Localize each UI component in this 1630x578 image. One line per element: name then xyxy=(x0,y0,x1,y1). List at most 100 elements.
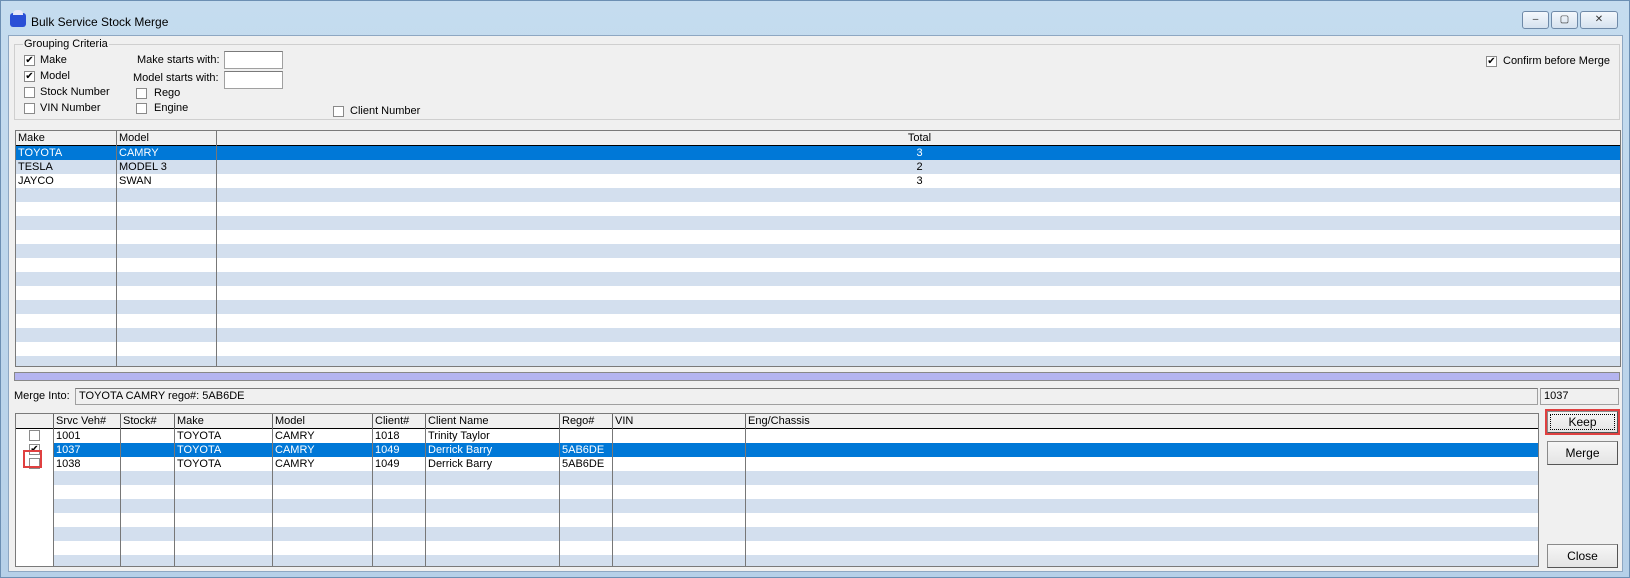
merge-button[interactable]: Merge xyxy=(1547,441,1618,465)
vehicle-row[interactable]: 1001 TOYOTA CAMRY 1018 Trinity Taylor xyxy=(16,429,1538,443)
column-header-client-number[interactable]: Client# xyxy=(373,414,426,429)
cell-make: JAYCO xyxy=(18,175,54,187)
keep-button[interactable]: Keep xyxy=(1547,411,1618,433)
empty-row xyxy=(16,555,1538,566)
cell-client-name: Derrick Barry xyxy=(428,444,493,456)
cell-make: TOYOTA xyxy=(177,430,222,442)
close-window-button[interactable]: ✕ xyxy=(1580,11,1618,29)
cell-make: TOYOTA xyxy=(177,458,222,470)
column-header-eng-chassis[interactable]: Eng/Chassis xyxy=(746,414,1538,429)
column-divider xyxy=(612,429,613,566)
row-background xyxy=(54,541,1538,555)
cell-client-number: 1049 xyxy=(375,458,400,470)
empty-row xyxy=(16,328,1620,342)
make-starts-input[interactable] xyxy=(224,51,283,69)
make-starts-label: Make starts with: xyxy=(137,54,220,66)
cell-total: 3 xyxy=(916,147,923,159)
stock-number-checkbox[interactable] xyxy=(24,87,35,98)
model-checkbox[interactable]: ✔ xyxy=(24,71,35,82)
column-header-total[interactable]: Total xyxy=(217,131,1620,146)
empty-row xyxy=(16,230,1620,244)
column-header-make[interactable]: Make xyxy=(16,131,117,146)
column-header-vin[interactable]: VIN xyxy=(613,414,746,429)
vehicle-row[interactable]: ✔ 1037 TOYOTA CAMRY 1049 Derrick Barry 5AB6DE xyxy=(16,443,1538,457)
cell-model: CAMRY xyxy=(119,147,159,159)
vehicle-row[interactable]: 1038 TOYOTA CAMRY 1049 Derrick Barry 5AB6DE xyxy=(16,457,1538,471)
stock-number-label: Stock Number xyxy=(40,86,110,98)
engine-label: Engine xyxy=(154,102,189,114)
empty-row xyxy=(16,499,1538,513)
model-starts-input[interactable] xyxy=(224,71,283,89)
cell-rego xyxy=(560,429,613,443)
engine-checkbox[interactable] xyxy=(136,103,147,114)
checked-row-highlight xyxy=(23,450,42,468)
column-header-model[interactable]: Model xyxy=(117,131,217,146)
cell-stock xyxy=(121,443,175,457)
row-background xyxy=(54,555,1538,566)
cell-rego: 5AB6DE xyxy=(562,444,605,456)
column-divider xyxy=(745,429,746,566)
cell-vin xyxy=(613,443,746,457)
make-checkbox[interactable]: ✔ xyxy=(24,55,35,66)
cell-client-number: 1018 xyxy=(375,430,400,442)
cell-client-name: Trinity Taylor xyxy=(428,430,490,442)
column-header-srvc-veh[interactable]: Srvc Veh# xyxy=(54,414,121,429)
close-button[interactable]: Close xyxy=(1547,544,1618,568)
maximize-button[interactable]: ▢ xyxy=(1551,11,1578,29)
column-header-client-name[interactable]: Client Name xyxy=(426,414,560,429)
column-header-stock[interactable]: Stock# xyxy=(121,414,175,429)
empty-row xyxy=(16,286,1620,300)
cell-client-name: Derrick Barry xyxy=(428,458,493,470)
maximize-icon: ▢ xyxy=(1559,14,1570,25)
vehicles-grid[interactable]: Srvc Veh# Stock# Make Model Client# Client Na… xyxy=(15,413,1539,567)
row-background xyxy=(54,471,1538,485)
cell-model: SWAN xyxy=(119,175,152,187)
groups-grid[interactable]: Make Model Total TOYOTA CAMRY 3 TESLA MODEL … xyxy=(15,130,1621,367)
cell-srvc-veh: 1001 xyxy=(56,430,81,442)
column-divider xyxy=(425,429,426,566)
minimize-button[interactable]: ‒ xyxy=(1522,11,1549,29)
empty-row xyxy=(16,258,1620,272)
column-divider xyxy=(120,429,121,566)
make-checkbox-label: Make xyxy=(40,54,67,66)
merge-into-id-field: 1037 xyxy=(1540,388,1619,405)
model-checkbox-label: Model xyxy=(40,70,70,82)
confirm-before-merge-checkbox[interactable]: ✔ xyxy=(1486,56,1497,67)
window-title: Bulk Service Stock Merge xyxy=(31,15,169,29)
column-header-make[interactable]: Make xyxy=(175,414,273,429)
column-divider xyxy=(372,429,373,566)
cell-model: CAMRY xyxy=(275,430,315,442)
splitter[interactable] xyxy=(14,372,1620,381)
empty-row xyxy=(16,188,1620,202)
column-header-check[interactable] xyxy=(16,414,54,429)
group-row[interactable]: JAYCO SWAN 3 xyxy=(16,174,1620,188)
empty-row xyxy=(16,541,1538,555)
column-header-rego[interactable]: Rego# xyxy=(560,414,613,429)
confirm-before-merge-label: Confirm before Merge xyxy=(1503,55,1610,67)
cell-model: MODEL 3 xyxy=(119,161,167,173)
group-row[interactable]: TESLA MODEL 3 2 xyxy=(16,160,1620,174)
groups-grid-header: Make Model Total xyxy=(16,131,1620,146)
cell-total: 3 xyxy=(916,175,923,187)
empty-row xyxy=(16,216,1620,230)
rego-label: Rego xyxy=(154,87,181,99)
vin-number-checkbox[interactable] xyxy=(24,103,35,114)
merge-into-field: TOYOTA CAMRY rego#: 5AB6DE xyxy=(75,388,1538,405)
empty-row xyxy=(16,202,1620,216)
empty-row xyxy=(16,314,1620,328)
cell-client-number: 1049 xyxy=(375,444,400,456)
cell-stock xyxy=(121,429,175,443)
title-bar: Bulk Service Stock Merge ‒ ▢ ✕ xyxy=(1,1,1629,35)
group-row[interactable]: TOYOTA CAMRY 3 xyxy=(16,146,1620,160)
cell-eng-chassis xyxy=(746,457,1538,471)
client-number-checkbox[interactable] xyxy=(333,106,344,117)
cell-srvc-veh: 1038 xyxy=(56,458,81,470)
cell-eng-chassis xyxy=(746,443,1538,457)
cell-model: CAMRY xyxy=(275,458,315,470)
cell-vin xyxy=(613,457,746,471)
empty-row xyxy=(16,300,1620,314)
client-number-label: Client Number xyxy=(350,105,421,117)
row-checkbox[interactable] xyxy=(29,430,40,441)
rego-checkbox[interactable] xyxy=(136,88,147,99)
column-header-model[interactable]: Model xyxy=(273,414,373,429)
